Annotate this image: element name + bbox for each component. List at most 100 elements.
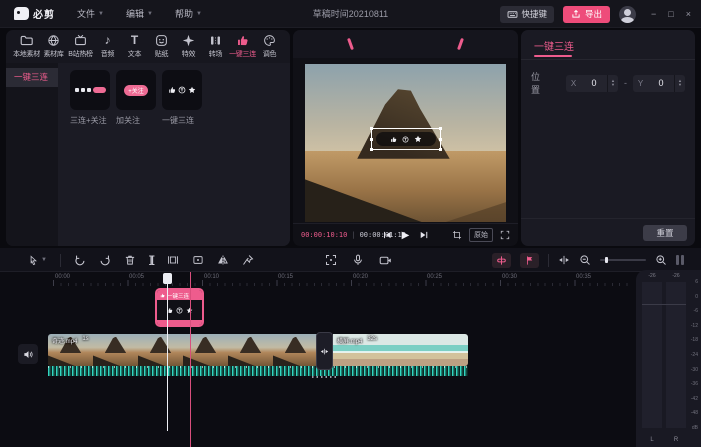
menu-help[interactable]: 帮助▼ xyxy=(175,7,202,20)
tab-asset-library[interactable]: 素材库 xyxy=(40,34,67,59)
resize-handle[interactable] xyxy=(370,148,373,151)
stepper-down-icon[interactable]: ▼ xyxy=(611,83,615,87)
flag-icon xyxy=(524,255,535,266)
y-stepper[interactable]: ▲ ▼ xyxy=(674,75,685,92)
playhead-handle[interactable] xyxy=(163,273,172,284)
position-x-input[interactable]: X 0 ▲ ▼ xyxy=(566,75,618,92)
export-button[interactable]: 导出 xyxy=(563,6,610,23)
beat-marker-button[interactable] xyxy=(492,253,511,268)
tab-color-grading[interactable]: 调色 xyxy=(256,34,283,59)
delete-button[interactable] xyxy=(124,254,136,266)
tab-audio[interactable]: ♪ 音频 xyxy=(94,34,121,59)
sticker-icon xyxy=(155,34,168,47)
crop-tool-button[interactable] xyxy=(167,254,179,266)
window-minimize-button[interactable]: − xyxy=(651,9,656,19)
tab-local-media[interactable]: 本地素材 xyxy=(13,34,40,59)
resize-handle[interactable] xyxy=(439,148,442,151)
resize-handle[interactable] xyxy=(439,138,442,141)
ruler-tick-label: 00:15 xyxy=(278,274,293,280)
timeline: ▼ ][ xyxy=(0,248,701,447)
track-height-button[interactable] xyxy=(676,255,684,265)
sticker-card-triple-like[interactable] xyxy=(162,70,202,110)
sticker-card-triple-plus-follow[interactable] xyxy=(70,70,110,110)
meter-scale: 6 0 -6 -12 -18 -24 -30 -36 -42 -48 dB xyxy=(691,279,698,431)
library-category-rail: 一键三连 xyxy=(6,63,58,246)
user-avatar[interactable] xyxy=(619,6,636,23)
preview-options: 原始 xyxy=(452,228,510,242)
ruler-tick-label: 00:35 xyxy=(576,274,591,280)
sticker-card-follow[interactable]: +关注 xyxy=(116,70,156,110)
mirror-flip-button[interactable] xyxy=(217,254,229,266)
current-time: 00:00:10:10 xyxy=(301,231,347,239)
video-viewport[interactable] xyxy=(305,64,506,222)
redo-button[interactable] xyxy=(99,254,111,266)
tab-bilibili-trending[interactable]: B站热榜 xyxy=(67,34,94,59)
folder-icon xyxy=(20,34,33,47)
ruler-tick-label: 00:25 xyxy=(427,274,442,280)
resize-handle[interactable] xyxy=(370,127,373,130)
tab-transition[interactable]: 转场 xyxy=(202,34,229,59)
sticker-overlay[interactable] xyxy=(371,128,441,150)
transition-marker[interactable] xyxy=(316,332,333,370)
position-x-value: 0 xyxy=(581,78,607,88)
window-maximize-button[interactable]: □ xyxy=(668,9,673,19)
menu-file[interactable]: 文件▼ xyxy=(77,7,104,20)
split-button[interactable]: ][ xyxy=(149,255,154,266)
preview-panel: 00:00:10:10 | 00:00:01:10 ▶ 原始 xyxy=(293,30,518,246)
timeline-zoom-slider[interactable] xyxy=(600,259,646,261)
microphone-button[interactable] xyxy=(352,254,364,266)
aspect-ratio-select[interactable]: 原始 xyxy=(469,228,493,242)
menu-edit[interactable]: 编辑▼ xyxy=(126,7,153,20)
ruler-tick-label: 00:10 xyxy=(204,274,219,280)
play-button[interactable]: ▶ xyxy=(402,230,410,241)
track-mute-button[interactable] xyxy=(18,344,38,364)
sticker-track-clip[interactable]: 一键三连 xyxy=(155,288,204,327)
transform-button[interactable] xyxy=(325,254,337,266)
zoom-out-button[interactable] xyxy=(579,254,591,266)
tab-text[interactable]: T 文本 xyxy=(121,34,148,59)
clip-2-label: 横屏.mp432s xyxy=(337,336,377,345)
position-y-input[interactable]: Y 0 ▲ ▼ xyxy=(633,75,685,92)
transport-controls: ▶ xyxy=(382,230,430,241)
undo-button[interactable] xyxy=(74,254,86,266)
shortcuts-button[interactable]: 快捷键 xyxy=(500,6,555,23)
card-label: 加关注 xyxy=(116,115,156,126)
divider xyxy=(60,254,61,267)
resize-handle[interactable] xyxy=(439,127,442,130)
globe-icon xyxy=(47,34,60,47)
tab-triple-like[interactable]: 一键三连 xyxy=(229,34,256,59)
resize-handle[interactable] xyxy=(370,138,373,141)
slider-handle[interactable] xyxy=(605,257,608,263)
crop-icon[interactable] xyxy=(452,230,462,240)
freeze-frame-button[interactable] xyxy=(192,254,204,266)
tab-effects[interactable]: 特效 xyxy=(175,34,202,59)
select-tool-button[interactable]: ▼ xyxy=(28,255,47,266)
sparkle-icon xyxy=(182,34,195,47)
window-close-button[interactable]: × xyxy=(686,9,691,19)
audio-waveform[interactable] xyxy=(48,366,468,376)
left-peak-value: -26 xyxy=(642,273,662,279)
zoom-in-button[interactable] xyxy=(655,254,667,266)
x-stepper[interactable]: ▲ ▼ xyxy=(607,75,618,92)
record-screen-button[interactable] xyxy=(379,254,392,267)
stepper-down-icon[interactable]: ▼ xyxy=(678,83,682,87)
fullscreen-icon[interactable] xyxy=(500,230,510,240)
video-thumbnail xyxy=(138,334,183,366)
category-triple-like[interactable]: 一键三连 xyxy=(6,68,58,87)
pin-button[interactable] xyxy=(242,254,254,266)
chevron-down-icon: ▼ xyxy=(147,11,153,17)
reset-button[interactable]: 重置 xyxy=(643,225,687,241)
playhead-line xyxy=(167,284,168,431)
next-frame-button[interactable] xyxy=(419,230,429,240)
chevron-down-icon: ▼ xyxy=(98,11,104,17)
coin-mini-icon xyxy=(81,88,85,92)
snap-toggle-button[interactable] xyxy=(558,254,570,266)
tab-sticker[interactable]: 贴纸 xyxy=(148,34,175,59)
media-tab-bar: 本地素材 素材库 B站热榜 ♪ 音频 T 文本 贴纸 xyxy=(6,30,290,59)
transition-icon xyxy=(320,347,329,356)
transition-duration-dots xyxy=(312,376,338,378)
previous-frame-button[interactable] xyxy=(382,230,392,240)
inspector-footer: 重置 xyxy=(521,218,695,246)
inspector-tab-triple-like[interactable]: 一键三连 xyxy=(534,38,574,53)
flag-marker-button[interactable] xyxy=(520,253,539,268)
